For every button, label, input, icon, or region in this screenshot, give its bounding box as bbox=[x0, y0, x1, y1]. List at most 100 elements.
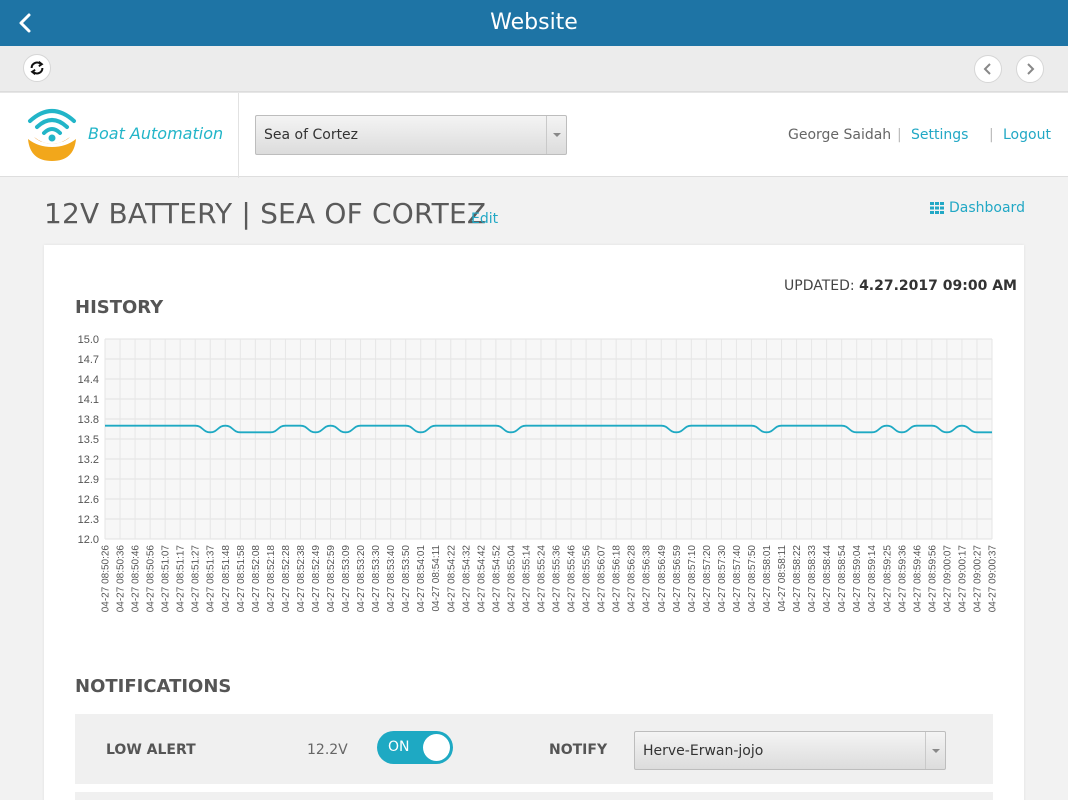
x-tick-label: 04-27 08:59:25 bbox=[882, 545, 893, 613]
x-tick-label: 04-27 08:58:01 bbox=[762, 545, 773, 613]
x-tick-label: 04-27 08:52:38 bbox=[296, 545, 307, 613]
caret-down-icon bbox=[931, 748, 940, 753]
y-tick-label: 14.4 bbox=[78, 374, 99, 386]
notification-row-partial bbox=[75, 792, 993, 800]
low-alert-label: LOW ALERT bbox=[106, 742, 196, 758]
x-tick-label: 04-27 08:53:40 bbox=[386, 545, 397, 613]
dropdown-arrow bbox=[546, 116, 566, 154]
y-tick-label: 12.9 bbox=[78, 474, 99, 486]
x-tick-label: 04-27 08:56:49 bbox=[657, 545, 668, 613]
notify-label: NOTIFY bbox=[549, 742, 608, 758]
x-tick-label: 04-27 08:55:36 bbox=[552, 545, 563, 613]
x-tick-label: 04-27 09:00:17 bbox=[957, 545, 968, 613]
x-tick-label: 04-27 08:55:24 bbox=[536, 545, 547, 613]
x-tick-label: 04-27 08:56:28 bbox=[627, 545, 638, 613]
updated-timestamp: UPDATED: 4.27.2017 09:00 AM bbox=[784, 278, 1017, 294]
y-tick-label: 13.5 bbox=[78, 434, 99, 446]
browser-back-button[interactable] bbox=[974, 55, 1002, 83]
x-tick-label: 04-27 08:52:49 bbox=[311, 545, 322, 613]
updated-value: 4.27.2017 09:00 AM bbox=[859, 278, 1017, 294]
x-tick-label: 04-27 08:56:18 bbox=[612, 545, 623, 613]
x-tick-label: 04-27 08:53:20 bbox=[356, 545, 367, 613]
x-tick-label: 04-27 08:59:04 bbox=[852, 545, 863, 613]
browser-forward-button[interactable] bbox=[1016, 55, 1044, 83]
x-tick-label: 04-27 08:55:56 bbox=[582, 545, 593, 613]
x-tick-label: 04-27 08:55:14 bbox=[521, 545, 532, 613]
x-tick-label: 04-27 08:51:48 bbox=[221, 545, 232, 613]
low-alert-toggle[interactable]: ON bbox=[377, 731, 453, 764]
x-tick-label: 04-27 08:51:58 bbox=[236, 545, 247, 613]
refresh-button[interactable] bbox=[23, 54, 51, 82]
x-tick-label: 04-27 08:59:46 bbox=[912, 545, 923, 613]
y-tick-label: 13.8 bbox=[78, 414, 99, 426]
vessel-select[interactable]: Sea of Cortez bbox=[255, 115, 567, 155]
x-tick-label: 04-27 08:56:59 bbox=[672, 545, 683, 613]
grid-icon bbox=[930, 202, 944, 214]
x-tick-label: 04-27 08:53:30 bbox=[371, 545, 382, 613]
chevron-right-icon bbox=[1027, 63, 1035, 75]
x-tick-label: 04-27 08:52:08 bbox=[251, 545, 262, 613]
x-tick-label: 04-27 08:51:17 bbox=[176, 545, 187, 613]
y-tick-label: 13.2 bbox=[78, 454, 99, 466]
x-tick-label: 04-27 08:55:04 bbox=[506, 545, 517, 613]
x-tick-label: 04-27 08:58:33 bbox=[807, 545, 818, 613]
x-tick-label: 04-27 08:57:50 bbox=[747, 545, 758, 613]
x-tick-label: 04-27 08:50:46 bbox=[131, 545, 142, 613]
logout-link[interactable]: Logout bbox=[1003, 127, 1051, 143]
x-tick-label: 04-27 09:00:07 bbox=[942, 545, 953, 613]
x-tick-label: 04-27 08:57:10 bbox=[687, 545, 698, 613]
chevron-left-icon bbox=[983, 63, 991, 75]
header-separator: | bbox=[989, 127, 994, 143]
x-tick-label: 04-27 08:57:40 bbox=[732, 545, 743, 613]
x-tick-label: 04-27 09:00:37 bbox=[988, 545, 999, 613]
y-tick-label: 12.6 bbox=[78, 494, 99, 506]
x-tick-label: 04-27 08:59:56 bbox=[927, 545, 938, 613]
brand-name: Boat Automation bbox=[88, 124, 224, 143]
window-title: Website bbox=[490, 10, 578, 35]
app-bar: Website bbox=[0, 0, 1068, 46]
vessel-select-value: Sea of Cortez bbox=[264, 127, 359, 143]
history-heading: HISTORY bbox=[75, 297, 164, 318]
notify-select-value: Herve-Erwan-jojo bbox=[643, 743, 764, 759]
history-line-chart: 15.0 14.7 14.4 14.1 13.8 13.5 13.2 12.9 12.6 12.3… bbox=[78, 334, 999, 613]
x-tick-label: 04-27 08:50:56 bbox=[146, 545, 157, 613]
x-tick-label: 04-27 08:55:46 bbox=[567, 545, 578, 613]
edit-link[interactable]: Edit bbox=[471, 211, 498, 227]
x-tick-label: 04-27 08:51:07 bbox=[161, 545, 172, 613]
x-tick-label: 04-27 08:53:50 bbox=[401, 545, 412, 613]
boat-automation-logo-icon bbox=[28, 109, 76, 161]
x-tick-label: 04-27 08:52:28 bbox=[281, 545, 292, 613]
user-name: George Saidah bbox=[788, 127, 892, 143]
x-tick-label: 04-27 08:54:52 bbox=[491, 545, 502, 613]
x-tick-label: 04-27 08:56:38 bbox=[642, 545, 653, 613]
updated-label: UPDATED: bbox=[784, 278, 855, 294]
x-tick-label: 04-27 08:52:18 bbox=[266, 545, 277, 613]
x-tick-label: 04-27 08:58:44 bbox=[822, 545, 833, 613]
header-divider bbox=[238, 93, 239, 178]
notify-select[interactable]: Herve-Erwan-jojo bbox=[634, 731, 946, 770]
x-tick-label: 04-27 08:54:01 bbox=[416, 545, 427, 613]
dashboard-link[interactable]: Dashboard bbox=[930, 200, 1025, 216]
settings-link[interactable]: Settings bbox=[911, 127, 968, 143]
y-tick-label: 14.7 bbox=[78, 354, 99, 366]
toggle-label: ON bbox=[388, 739, 410, 755]
x-tick-label: 04-27 08:59:36 bbox=[897, 545, 908, 613]
low-alert-threshold: 12.2V bbox=[307, 742, 348, 758]
x-tick-label: 04-27 08:58:22 bbox=[792, 545, 803, 613]
y-tick-label: 15.0 bbox=[78, 334, 99, 346]
y-tick-label: 14.1 bbox=[78, 394, 99, 406]
y-tick-label: 12.3 bbox=[78, 514, 99, 526]
x-tick-label: 04-27 08:51:27 bbox=[191, 545, 202, 613]
x-tick-label: 04-27 08:50:36 bbox=[116, 545, 127, 613]
x-tick-label: 04-27 08:57:30 bbox=[717, 545, 728, 613]
refresh-icon bbox=[30, 60, 44, 76]
x-tick-label: 04-27 08:57:20 bbox=[702, 545, 713, 613]
x-tick-label: 04-27 08:52:59 bbox=[326, 545, 337, 613]
x-tick-label: 04-27 08:54:42 bbox=[476, 545, 487, 613]
x-tick-label: 04-27 08:54:32 bbox=[461, 545, 472, 613]
browser-toolbar bbox=[0, 46, 1068, 92]
x-tick-label: 04-27 08:54:11 bbox=[431, 545, 442, 612]
toggle-knob bbox=[423, 734, 450, 761]
x-tick-label: 04-27 08:59:14 bbox=[867, 545, 878, 613]
x-tick-label: 04-27 08:53:09 bbox=[341, 545, 352, 613]
